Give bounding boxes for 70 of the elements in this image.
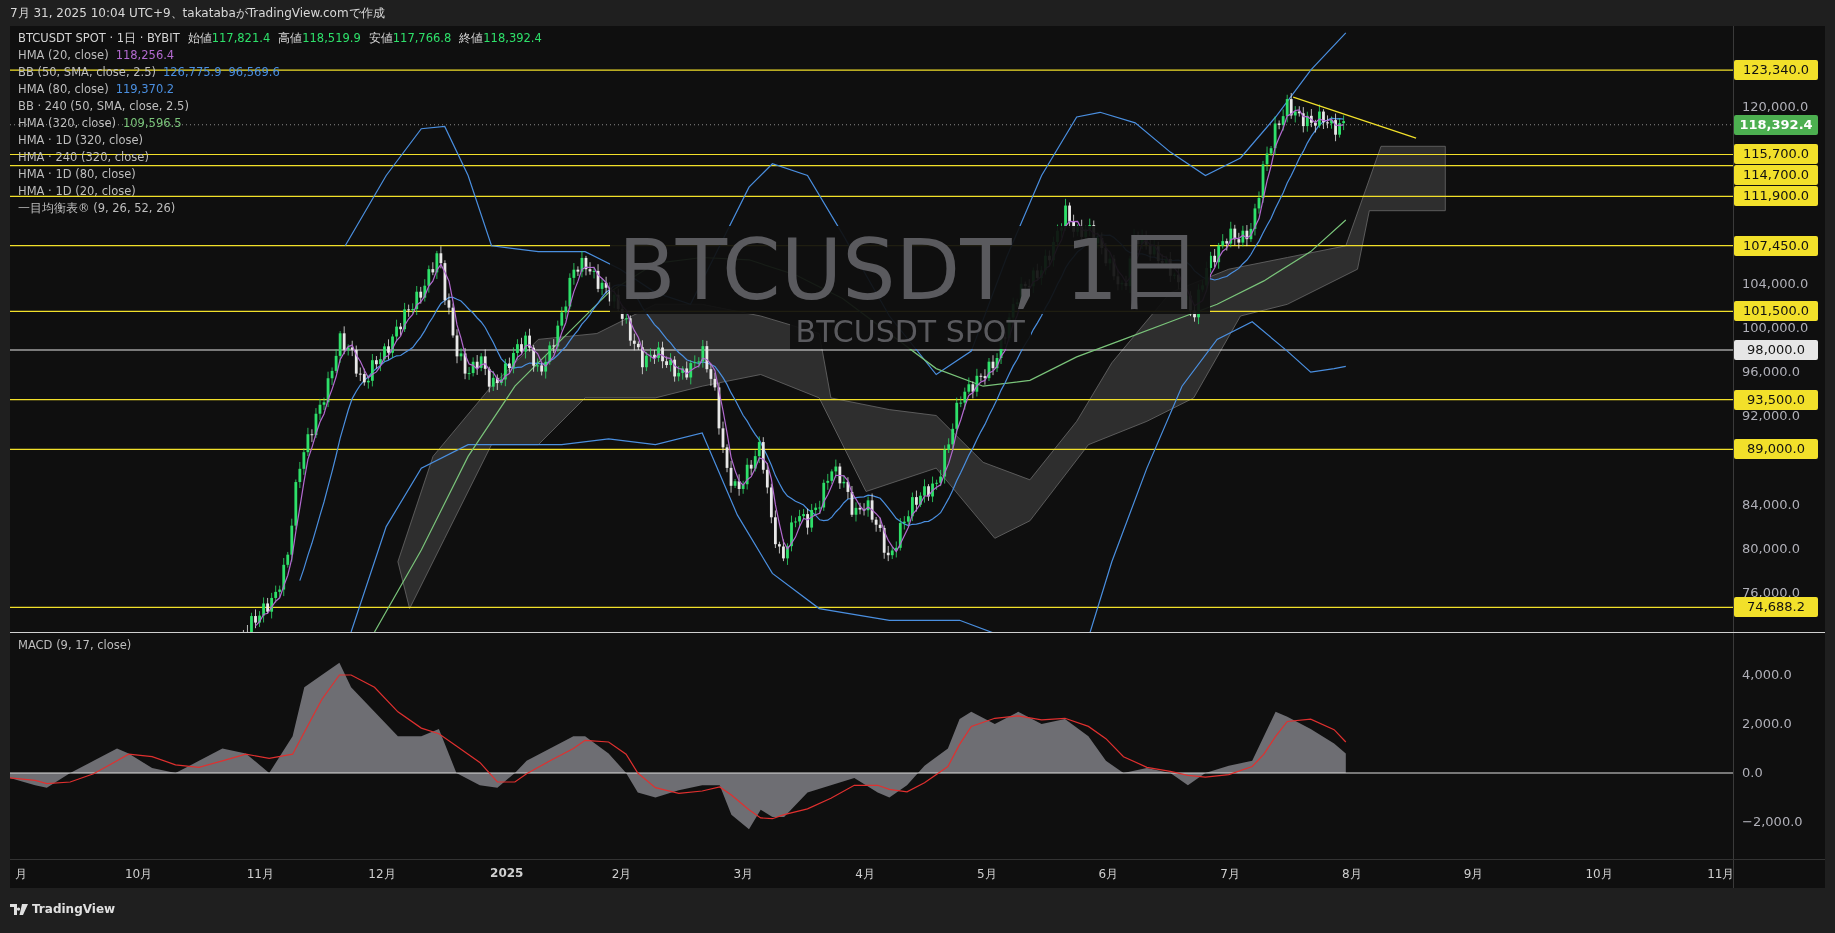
price-level-tag: 115,700.0 [1734,144,1819,165]
ohlc-label: 終値 [459,31,484,46]
price-tick: 104,000.0 [1742,274,1809,293]
indicator-value: 119,370.2 [115,82,175,96]
macd-tick: −2,000.0 [1742,813,1803,831]
ohlc-label: 高値 [278,31,303,46]
indicator-name[interactable]: 一目均衡表® (9, 26, 52, 26) [18,201,176,216]
price-tick: 120,000.0 [1742,98,1809,116]
indicator-name[interactable]: HMA · 1D (20, close) [18,184,136,198]
price-level-tag: 89,000.0 [1734,439,1819,460]
macd-title[interactable]: MACD (9, 17, close) [18,638,132,652]
macd-tick: 2,000.0 [1742,715,1792,733]
price-level-tag: 114,700.0 [1734,165,1819,186]
price-level-line[interactable] [10,448,1734,450]
ohlc-label: 始値 [187,31,212,46]
indicator-name[interactable]: HMA (320, close) [18,116,116,130]
indicator-name[interactable]: HMA · 1D (80, close) [18,167,136,181]
time-tick: 8月 [1342,866,1362,883]
symbol-title: BTCUSDT SPOT · 1日 · BYBIT [18,31,180,46]
ohlc-value: 117,821.4 [211,31,271,45]
price-level-line[interactable] [10,606,1734,609]
logo-icon [10,903,28,915]
price-level-line[interactable] [10,310,1734,312]
ohlc-label: 安値 [368,31,393,46]
macd-tick: 4,000.0 [1742,666,1792,684]
price-level-tag: 107,450.0 [1734,235,1819,256]
price-level-tag: 123,340.0 [1734,60,1819,81]
time-tick: 2025 [490,866,524,880]
price-level-tag: 101,500.0 [1734,301,1819,322]
indicator-name[interactable]: BB · 240 (50, SMA, close, 2.5) [18,99,189,113]
indicator-value: 118,256.4 [115,48,175,62]
time-tick: 月 [15,866,28,883]
indicator-value: 109,596.5 [122,116,182,130]
time-tick: 4月 [855,866,875,883]
price-tick: 96,000.0 [1742,363,1800,382]
brand-name: TradingView [32,902,116,916]
price-level-line[interactable] [10,195,1734,198]
macd-tick: 0.0 [1742,764,1763,782]
symbol-watermark: BTCUSDT, 1日 [610,226,1211,314]
time-tick: 6月 [1098,866,1119,883]
price-level-tag: 118,392.4 [1734,114,1819,135]
indicator-name[interactable]: HMA · 1D (320, close) [18,133,144,147]
price-tick: 92,000.0 [1742,407,1800,426]
price-level-line[interactable] [10,164,1734,167]
time-tick: 5月 [976,866,997,883]
ohlc-value: 118,392.4 [483,31,542,45]
price-tick: 84,000.0 [1742,495,1800,514]
time-tick: 3月 [733,866,754,883]
ohlc-value: 117,766.8 [392,31,452,45]
ohlc-value: 118,519.9 [302,31,361,45]
trend-line[interactable] [1292,96,1417,139]
symbol-watermark-subtitle: BTCUSDT SPOT [789,314,1031,349]
time-tick: 11月 [1707,866,1734,883]
indicator-name[interactable]: HMA (20, close) [18,48,109,62]
time-tick: 2月 [611,866,632,883]
indicator-name[interactable]: HMA (80, close) [18,82,109,96]
chart-caption: 7月 31, 2025 10:04 UTC+9、takatabaがTradingView.comで作成 [9,5,386,22]
price-tick: 80,000.0 [1742,539,1800,558]
price-level-line[interactable] [10,245,1734,247]
time-tick: 10月 [124,866,153,883]
price-level-tag: 93,500.0 [1734,389,1819,410]
time-tick: 11月 [246,866,274,883]
time-tick: 7月 [1220,866,1240,883]
time-tick: 12月 [368,866,396,883]
price-level-line[interactable] [10,399,1734,401]
price-level-tag: 98,000.0 [1734,340,1819,360]
price-level-tag: 111,900.0 [1734,186,1819,207]
price-level-tag: 74,688.2 [1734,597,1819,618]
time-tick: 9月 [1463,866,1484,883]
time-tick: 10月 [1585,866,1613,883]
